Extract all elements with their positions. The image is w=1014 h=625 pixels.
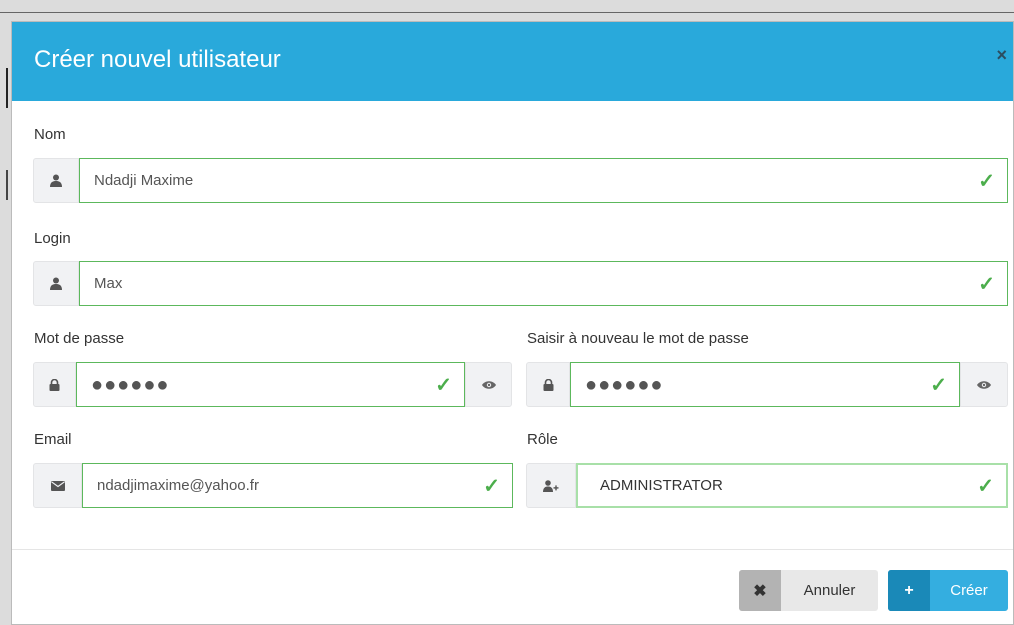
user-plus-icon: [526, 463, 576, 508]
cancel-button-label: Annuler: [803, 582, 856, 599]
eye-icon[interactable]: [960, 362, 1008, 407]
login-label: Login: [34, 230, 71, 247]
backdrop-edge: [6, 170, 8, 200]
password-confirm-input[interactable]: ●●●●●● ✓: [570, 362, 960, 407]
create-button-label: Créer: [950, 582, 988, 599]
valid-check-icon: ✓: [977, 475, 994, 497]
nom-input[interactable]: Ndadji Maxime ✓: [79, 158, 1008, 203]
valid-check-icon: ✓: [978, 170, 995, 192]
login-value: Max: [94, 275, 123, 292]
backdrop-edge: [6, 68, 8, 108]
footer-divider: [12, 549, 1013, 550]
user-icon: [33, 261, 79, 306]
valid-check-icon: ✓: [978, 273, 995, 295]
lock-icon: [33, 362, 76, 407]
password-value: ●●●●●●: [91, 374, 170, 396]
valid-check-icon: ✓: [930, 374, 947, 396]
password-label: Mot de passe: [34, 330, 125, 347]
cancel-button[interactable]: ✖ Annuler: [739, 570, 878, 611]
login-input[interactable]: Max ✓: [79, 261, 1008, 306]
envelope-icon: [33, 463, 82, 508]
password-confirm-label: Saisir à nouveau le mot de passe: [527, 330, 749, 347]
times-icon: ✖: [739, 570, 781, 611]
password-confirm-value: ●●●●●●: [585, 374, 664, 396]
nom-label: Nom: [34, 126, 66, 143]
nom-value: Ndadji Maxime: [94, 172, 194, 189]
email-label: Email: [34, 431, 72, 448]
password-input[interactable]: ●●●●●● ✓: [76, 362, 465, 407]
valid-check-icon: ✓: [483, 475, 500, 497]
role-select[interactable]: ADMINISTRATOR ✓: [576, 463, 1008, 508]
modal-header: Créer nouvel utilisateur ×: [12, 22, 1013, 101]
role-value: ADMINISTRATOR: [600, 477, 723, 494]
eye-icon[interactable]: [465, 362, 512, 407]
modal-title: Créer nouvel utilisateur: [34, 46, 281, 73]
email-input[interactable]: ndadjimaxime@yahoo.fr ✓: [82, 463, 513, 508]
lock-icon: [526, 362, 570, 407]
create-user-modal: Créer nouvel utilisateur × Nom Ndadji Ma…: [11, 21, 1014, 625]
user-icon: [33, 158, 79, 203]
create-button[interactable]: + Créer: [888, 570, 1008, 611]
role-label: Rôle: [527, 431, 558, 448]
plus-icon: +: [888, 570, 930, 611]
email-value: ndadjimaxime@yahoo.fr: [97, 477, 259, 494]
close-icon[interactable]: ×: [996, 46, 1007, 64]
backdrop-divider: [0, 12, 1014, 13]
valid-check-icon: ✓: [435, 374, 452, 396]
